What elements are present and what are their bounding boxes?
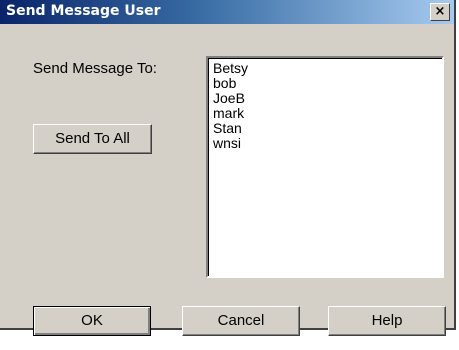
- recipient-list-item[interactable]: Betsy: [213, 61, 442, 76]
- title-bar[interactable]: Send Message User ×: [0, 0, 454, 24]
- recipient-list-item[interactable]: Stan: [213, 121, 442, 136]
- window-title: Send Message User: [6, 3, 161, 19]
- recipient-list: Betsy bob JoeB mark Stan wnsi: [208, 58, 442, 151]
- ok-button[interactable]: OK: [33, 306, 151, 336]
- cancel-button[interactable]: Cancel: [182, 306, 300, 336]
- close-icon: ×: [434, 4, 446, 19]
- send-message-to-label: Send Message To:: [33, 60, 157, 77]
- recipient-listbox[interactable]: Betsy bob JoeB mark Stan wnsi: [206, 56, 444, 278]
- recipient-list-item[interactable]: mark: [213, 106, 442, 121]
- help-button[interactable]: Help: [328, 306, 446, 336]
- close-button[interactable]: ×: [430, 3, 450, 21]
- recipient-list-item[interactable]: JoeB: [213, 91, 442, 106]
- send-message-dialog: Send Message User × Send Message To: Sen…: [0, 0, 456, 336]
- recipient-list-item[interactable]: wnsi: [213, 136, 442, 151]
- recipient-list-item[interactable]: bob: [213, 76, 442, 91]
- send-to-all-button[interactable]: Send To All: [33, 124, 152, 154]
